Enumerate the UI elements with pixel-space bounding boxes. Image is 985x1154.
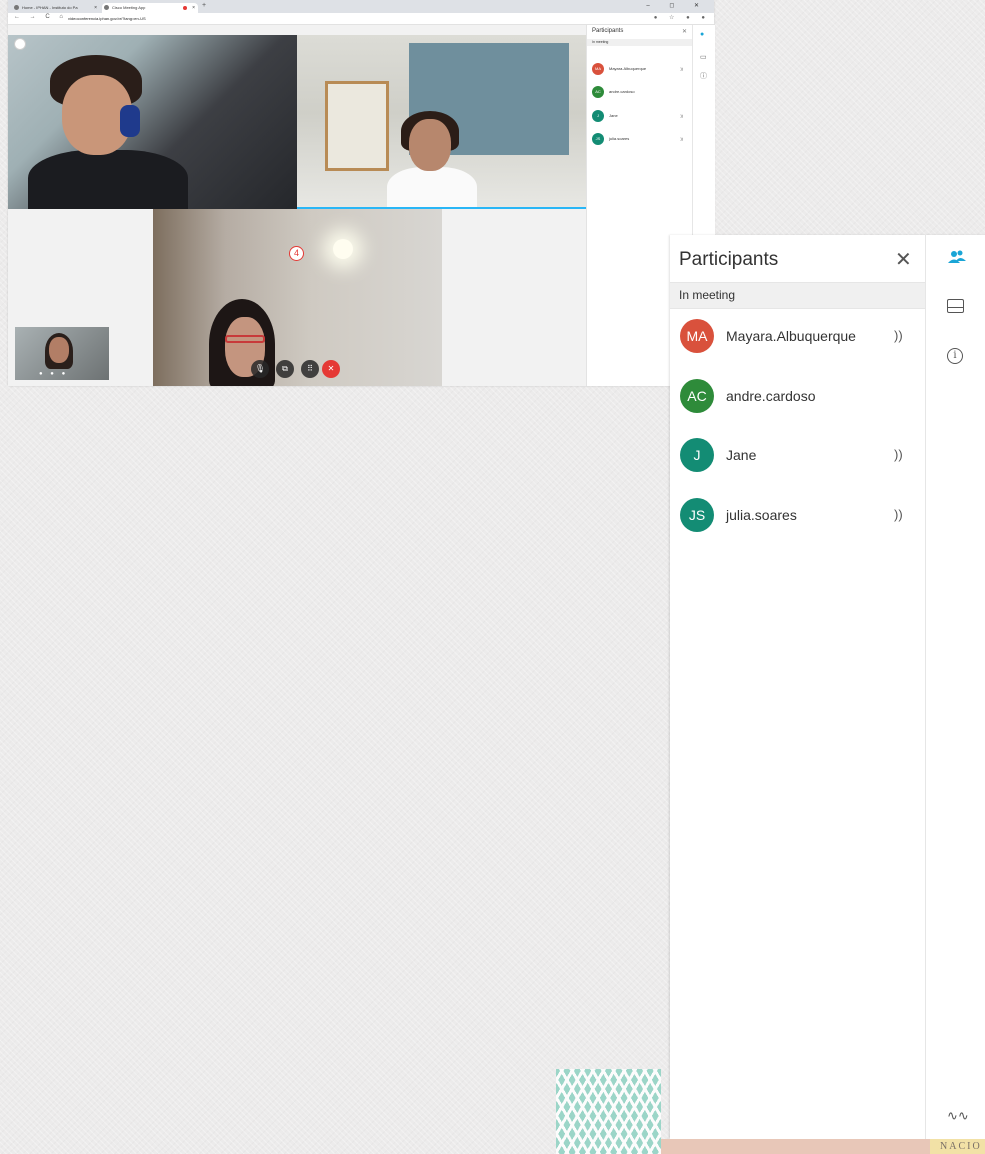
globe-icon [14,5,19,10]
extension-icons[interactable]: ● ☆ ● ● [654,14,710,21]
people-icon-glyph [948,250,966,263]
layout-icon[interactable] [947,299,964,313]
participant-row[interactable]: JS julia.soares )) [670,493,925,537]
tab-cisco-meeting[interactable]: Cisco Meeting App × [102,3,198,13]
tab-label: Cisco Meeting App [112,5,146,10]
people-icon[interactable]: ● [700,31,704,38]
avatar: J [680,438,714,472]
headphones-icon [120,105,140,137]
new-tab-button[interactable]: + [202,2,206,9]
speaker-icon: )) [680,113,683,118]
panel-title: Participants [679,249,779,270]
logo-text: NACIO [940,1141,982,1152]
close-tab-icon[interactable]: × [94,3,97,13]
participant-name: Jane [726,447,757,463]
participant-row[interactable]: AC andre.cardoso [592,86,688,100]
participant-row[interactable]: J Jane )) [670,433,925,477]
speaker-icon: )) [894,507,903,522]
self-view[interactable]: ● ● ● [15,327,109,380]
participant-name: julia.soares [609,136,630,141]
mute-button[interactable]: 🎙 [251,360,269,378]
window-controls[interactable]: – ◻ ✕ [646,2,708,9]
participant-row[interactable]: MA Mayara.Albuquerque )) [592,63,688,77]
browser-window: Home - IPHAN - Instituto do Pa × Cisco M… [8,0,715,386]
nav-buttons[interactable]: ← → C ⌂ [14,14,67,20]
avatar: MA [680,319,714,353]
speaker-icon: )) [894,447,903,462]
close-tab-icon[interactable]: × [192,3,195,13]
share-button[interactable]: ⧉ [276,360,294,378]
tab-label: Home - IPHAN - Instituto do Pa [22,5,78,10]
stats-icon[interactable]: ∿∿ [947,1108,969,1124]
keypad-button[interactable]: ⠿ [301,360,319,378]
participant-row[interactable]: JS julia.soares )) [592,133,688,147]
video-tile-participant-3 [153,209,442,386]
participant-name: andre.cardoso [726,388,816,404]
layout-icon[interactable]: ▭ [700,53,707,61]
video-area: ● ● ● 🎙 ⧉ ⠿ ✕ [8,25,586,386]
video-tile-participant-2 [297,35,586,209]
people-icon[interactable] [947,248,967,269]
menu-icon[interactable] [14,38,26,50]
participant-name: Mayara.Albuquerque [726,328,856,344]
video-tile-participant-1 [8,35,297,209]
close-icon[interactable]: ✕ [895,247,912,272]
participant-name: andre.cardoso [609,89,635,94]
avatar: JS [680,498,714,532]
avatar: AC [592,86,604,98]
participant-name: Jane [609,113,618,118]
participant-row[interactable]: MA Mayara.Albuquerque )) [670,314,925,358]
avatar: MA [592,63,604,75]
avatar: JS [592,133,604,145]
logo-artwork [556,1069,661,1154]
selfview-controls[interactable]: ● ● ● [39,371,68,377]
close-icon[interactable]: ✕ [682,28,687,35]
participant-name: Mayara.Albuquerque [609,66,647,71]
address-bar: ← → C ⌂ videoconferencia.iphan.gov.br/?l… [8,13,714,25]
participant-row[interactable]: J Jane )) [592,110,688,124]
info-icon[interactable]: i [947,348,963,364]
avatar: J [592,110,604,122]
cisco-icon [104,5,109,10]
recording-icon [183,6,187,10]
speaker-icon: )) [680,66,683,71]
participant-name: julia.soares [726,507,797,523]
section-header: In meeting [587,39,693,46]
speaker-icon: )) [894,328,903,343]
participant-row[interactable]: AC andre.cardoso [670,374,925,418]
url-field[interactable]: videoconferencia.iphan.gov.br/?lang=en-U… [68,15,668,23]
speaker-icon: )) [680,136,683,141]
side-rail: i ∿∿ [925,235,985,1139]
avatar: AC [680,379,714,413]
section-header: In meeting [670,282,925,309]
participant-count-badge: 4 [289,246,304,261]
panel-title: Participants [592,28,624,34]
info-icon[interactable]: ⓘ [700,71,707,81]
end-call-button[interactable]: ✕ [322,360,340,378]
tab-iphan-home[interactable]: Home - IPHAN - Instituto do Pa × [12,3,100,13]
participants-panel: Participants ✕ In meeting MA Mayara.Albu… [670,235,985,1139]
tab-bar: Home - IPHAN - Instituto do Pa × Cisco M… [8,0,714,13]
